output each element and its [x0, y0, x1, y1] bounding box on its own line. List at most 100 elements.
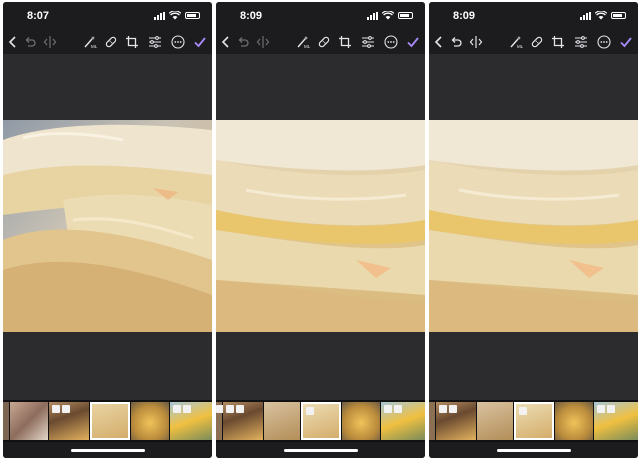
thumbnail[interactable] — [170, 402, 212, 440]
crop-icon — [552, 36, 564, 48]
status-bar: 8:09 — [216, 2, 425, 30]
bandage-icon — [531, 36, 543, 48]
adjust-button[interactable] — [574, 35, 588, 49]
back-button[interactable] — [219, 35, 233, 49]
compare-button[interactable] — [469, 35, 483, 49]
thumbnail-strip[interactable] — [216, 400, 425, 442]
pencil-badge-icon — [394, 405, 402, 413]
photo-canvas[interactable] — [3, 120, 212, 332]
pencil-badge-icon — [519, 407, 527, 415]
chevron-left-icon — [8, 36, 16, 48]
back-button[interactable] — [432, 35, 446, 49]
crop-button[interactable] — [551, 35, 565, 49]
thumbnail-strip[interactable] — [3, 400, 212, 442]
wifi-icon — [595, 11, 607, 20]
done-button[interactable] — [619, 35, 633, 49]
magic-wand-ml-icon: ML — [84, 36, 97, 49]
status-time: 8:09 — [453, 10, 476, 22]
thumbnail[interactable] — [342, 402, 380, 440]
ml-retouch-button[interactable]: ML — [83, 35, 97, 49]
status-icons — [367, 11, 413, 20]
canvas-background-top — [216, 54, 425, 120]
canvas-background-bottom — [429, 332, 638, 400]
undo-button[interactable] — [23, 35, 37, 49]
undo-button[interactable] — [449, 35, 463, 49]
ellipsis-circle-icon — [384, 35, 398, 49]
phone-screen-3: 8:09 ML — [429, 2, 638, 458]
adjust-button[interactable] — [361, 35, 375, 49]
pencil-badge-icon — [306, 407, 314, 415]
phone-screen-1: 8:07 ML — [3, 2, 212, 458]
thumbnail[interactable] — [555, 402, 593, 440]
thumbnail[interactable] — [131, 402, 169, 440]
thumbnail[interactable] — [223, 402, 263, 440]
food-photo-1 — [3, 120, 212, 332]
edited-badge-icon — [384, 405, 392, 413]
canvas-background-top — [3, 54, 212, 120]
magic-wand-ml-icon: ML — [510, 36, 523, 49]
undo-button[interactable] — [236, 35, 250, 49]
status-bar: 8:09 — [429, 2, 638, 30]
battery-icon — [185, 12, 200, 19]
edited-badge-icon — [439, 405, 447, 413]
thumbnail-strip[interactable] — [429, 400, 638, 442]
more-button[interactable] — [597, 35, 611, 49]
healing-button[interactable] — [530, 35, 544, 49]
thumbnail[interactable] — [594, 402, 638, 440]
cellular-signal-icon — [367, 11, 378, 20]
undo-icon — [451, 37, 462, 47]
more-button[interactable] — [384, 35, 398, 49]
thumbnail[interactable] — [381, 402, 425, 440]
healing-button[interactable] — [317, 35, 331, 49]
svg-text:ML: ML — [91, 44, 97, 49]
checkmark-icon — [194, 37, 206, 48]
edited-badge-icon — [597, 405, 605, 413]
editor-toolbar: ML — [429, 30, 638, 54]
status-bar: 8:07 — [3, 2, 212, 30]
compare-button[interactable] — [256, 35, 270, 49]
ellipsis-circle-icon — [171, 35, 185, 49]
cellular-signal-icon — [154, 11, 165, 20]
healing-button[interactable] — [104, 35, 118, 49]
crop-icon — [339, 36, 351, 48]
ml-retouch-button[interactable]: ML — [509, 35, 523, 49]
crop-button[interactable] — [125, 35, 139, 49]
phone-screen-2: 8:09 ML — [216, 2, 425, 458]
canvas-background-top — [429, 54, 638, 120]
thumbnail[interactable] — [49, 402, 89, 440]
done-button[interactable] — [406, 35, 420, 49]
bandage-icon — [318, 36, 330, 48]
battery-icon — [398, 12, 413, 19]
ml-retouch-button[interactable]: ML — [296, 35, 310, 49]
thumbnail[interactable] — [264, 402, 300, 440]
more-button[interactable] — [171, 35, 185, 49]
thumbnail[interactable] — [10, 402, 48, 440]
food-photo-3 — [429, 120, 638, 332]
crop-button[interactable] — [338, 35, 352, 49]
wifi-icon — [382, 11, 394, 20]
adjust-button[interactable] — [148, 35, 162, 49]
status-time: 8:07 — [27, 10, 50, 22]
back-button[interactable] — [6, 35, 20, 49]
done-button[interactable] — [193, 35, 207, 49]
home-indicator-area — [3, 442, 212, 458]
editor-toolbar: ML — [216, 30, 425, 54]
compare-button[interactable] — [43, 35, 57, 49]
thumbnail-selected[interactable] — [301, 402, 341, 440]
thumbnail-selected[interactable] — [514, 402, 554, 440]
home-indicator — [70, 449, 145, 452]
thumbnail[interactable] — [3, 402, 9, 440]
wifi-icon — [169, 11, 181, 20]
home-indicator-area — [429, 442, 638, 458]
photo-canvas[interactable] — [216, 120, 425, 332]
thumbnail-selected[interactable] — [90, 402, 130, 440]
edited-badge-icon — [52, 405, 60, 413]
status-time: 8:09 — [240, 10, 263, 22]
thumbnail[interactable] — [429, 402, 435, 440]
thumbnail[interactable] — [216, 402, 224, 440]
thumbnail[interactable] — [436, 402, 476, 440]
thumbnail[interactable] — [477, 402, 513, 440]
editor-toolbar: ML — [3, 30, 212, 54]
checkmark-icon — [620, 37, 632, 48]
photo-canvas[interactable] — [429, 120, 638, 332]
